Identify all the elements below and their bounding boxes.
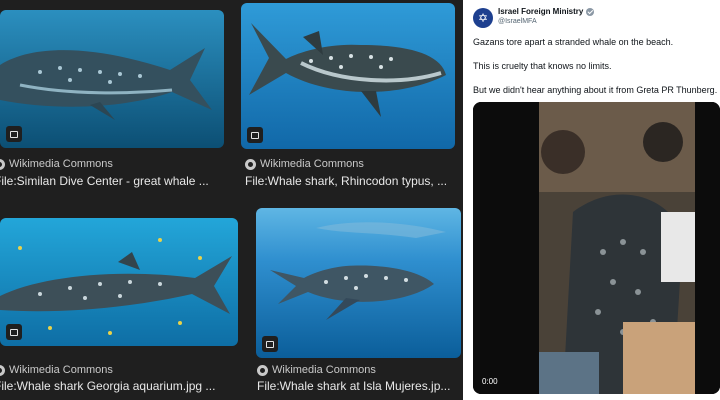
video-timestamp: 0:00 xyxy=(482,377,498,386)
result-title-2[interactable]: File:Whale shark, Rhincodon typus, ... xyxy=(245,174,457,188)
image-badge-icon xyxy=(6,126,22,142)
image-badge-icon xyxy=(262,336,278,352)
tweet-card[interactable]: ✡ Israel Foreign Ministry @IsraelMFA Gaz… xyxy=(463,0,720,400)
whale-shark-image-4 xyxy=(256,208,461,358)
verified-badge-icon xyxy=(586,7,595,16)
result-thumbnail-3[interactable] xyxy=(0,218,238,346)
result-source-1[interactable]: Wikimedia Commons xyxy=(0,158,113,170)
emblem-icon: ✡ xyxy=(477,11,489,25)
author-name: Israel Foreign Ministry xyxy=(498,7,584,16)
source-label: Wikimedia Commons xyxy=(260,158,364,170)
image-badge-icon xyxy=(247,127,263,143)
source-label: Wikimedia Commons xyxy=(272,364,376,376)
result-title-3[interactable]: File:Whale shark Georgia aquarium.jpg ..… xyxy=(0,379,238,393)
whale-shark-image-2 xyxy=(241,3,455,149)
wikimedia-logo-icon xyxy=(257,364,268,376)
result-title-1[interactable]: File:Similan Dive Center - great whale .… xyxy=(0,174,226,188)
wikimedia-logo-icon xyxy=(245,158,256,170)
result-source-2[interactable]: Wikimedia Commons xyxy=(245,158,364,170)
whale-shark-image-3 xyxy=(0,218,238,346)
tweet-author-name[interactable]: Israel Foreign Ministry xyxy=(498,7,595,16)
result-thumbnail-4[interactable] xyxy=(256,208,461,358)
result-thumbnail-1[interactable] xyxy=(0,10,224,148)
tweet-text-line-1: Gazans tore apart a stranded whale on th… xyxy=(473,37,674,47)
result-thumbnail-2[interactable] xyxy=(241,3,455,149)
wikimedia-logo-icon xyxy=(0,158,5,170)
result-source-3[interactable]: Wikimedia Commons xyxy=(0,364,113,376)
wikimedia-logo-icon xyxy=(0,364,5,376)
tweet-video[interactable]: 0:00 xyxy=(473,102,720,394)
tweet-author-handle[interactable]: @IsraelMFA xyxy=(498,18,537,25)
whale-shark-image-1 xyxy=(0,10,224,148)
tweet-text-line-3: But we didn't hear anything about it fro… xyxy=(473,85,718,95)
video-frame xyxy=(473,102,720,394)
tweet-text-line-2: This is cruelty that knows no limits. xyxy=(473,61,612,71)
result-source-4[interactable]: Wikimedia Commons xyxy=(257,364,376,376)
source-label: Wikimedia Commons xyxy=(9,364,113,376)
avatar[interactable]: ✡ xyxy=(473,8,493,28)
source-label: Wikimedia Commons xyxy=(9,158,113,170)
result-title-4[interactable]: File:Whale shark at Isla Mujeres.jp... xyxy=(257,379,461,393)
image-badge-icon xyxy=(6,324,22,340)
